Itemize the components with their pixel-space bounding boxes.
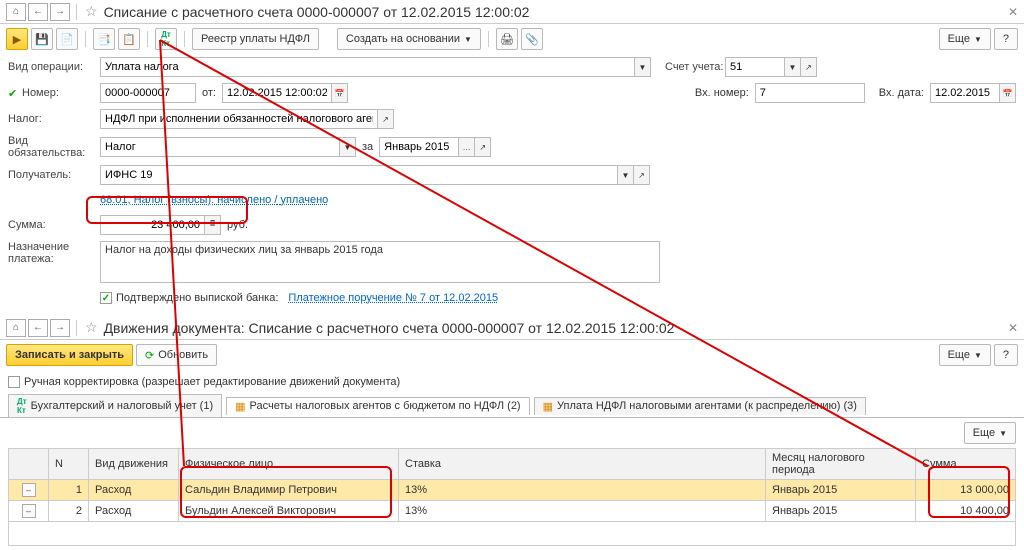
more-button-2[interactable]: Еще ▼ xyxy=(939,344,991,366)
close-icon-2[interactable]: ✕ xyxy=(1008,321,1018,335)
sum-field[interactable] xyxy=(100,215,205,235)
registry-button[interactable]: Реестр уплаты НДФЛ xyxy=(192,28,319,50)
aux1-icon[interactable]: 📑 xyxy=(93,28,115,50)
period-open-icon[interactable]: ↗ xyxy=(475,137,491,157)
tab-ndfl-agents[interactable]: ▦ Расчеты налоговых агентов с бюджетом п… xyxy=(226,397,529,415)
purpose-textarea[interactable]: Налог на доходы физических лиц за январь… xyxy=(100,241,660,283)
date-label: от: xyxy=(202,87,216,99)
recipient-field[interactable] xyxy=(100,165,618,185)
favorite-icon[interactable]: ☆ xyxy=(85,3,98,20)
liab-label: Вид обязательства: xyxy=(8,135,100,159)
minus-icon[interactable]: – xyxy=(22,504,36,518)
recipient-label: Получатель: xyxy=(8,169,100,181)
forward-icon[interactable]: → xyxy=(50,3,70,21)
help-button[interactable]: ? xyxy=(994,28,1018,50)
refresh-button[interactable]: ⟳ Обновить xyxy=(136,344,217,366)
in-number-field[interactable] xyxy=(755,83,865,103)
col-n: N xyxy=(49,449,89,480)
save-close-button[interactable]: Записать и закрыть xyxy=(6,344,133,366)
sum-calc-icon[interactable]: 🖩 xyxy=(205,215,221,235)
op-type-field[interactable] xyxy=(100,57,635,77)
period-label: за xyxy=(362,141,373,153)
post-button[interactable]: ▶ xyxy=(6,28,28,50)
close-icon[interactable]: ✕ xyxy=(1008,5,1018,19)
tax-label: Налог: xyxy=(8,113,100,125)
favorite-icon-2[interactable]: ☆ xyxy=(85,319,98,336)
save-icon[interactable]: 💾 xyxy=(31,28,53,50)
help-button-2[interactable]: ? xyxy=(994,344,1018,366)
more-button[interactable]: Еще ▼ xyxy=(939,28,991,50)
recipient-dropdown-icon[interactable]: ▼ xyxy=(618,165,634,185)
account-field[interactable] xyxy=(725,57,785,77)
col-move: Вид движения xyxy=(89,449,179,480)
manual-label: Ручная корректировка (разрешает редактир… xyxy=(24,376,400,388)
confirmed-label: Подтверждено выпиской банка: xyxy=(116,292,278,304)
aux2-icon[interactable]: 📋 xyxy=(118,28,140,50)
forward-icon-2[interactable]: → xyxy=(50,319,70,337)
liab-dropdown-icon[interactable]: ▼ xyxy=(340,137,356,157)
tax-field[interactable] xyxy=(100,109,378,129)
col-person: Физическое лицо xyxy=(179,449,399,480)
table-row[interactable]: – 2 Расход Бульдин Алексей Викторович 13… xyxy=(9,501,1016,522)
period-more-icon[interactable]: … xyxy=(459,137,475,157)
in-date-label: Вх. дата: xyxy=(879,87,924,99)
home-icon-2[interactable]: ⌂ xyxy=(6,319,26,337)
confirmed-checkbox[interactable] xyxy=(100,292,112,304)
date-field[interactable] xyxy=(222,83,332,103)
minus-icon[interactable]: – xyxy=(22,483,36,497)
sum-label: Сумма: xyxy=(8,219,100,231)
table-more-button[interactable]: Еще ▼ xyxy=(964,422,1016,444)
period-field[interactable] xyxy=(379,137,459,157)
tab-accounting[interactable]: ДтКт Бухгалтерский и налоговый учет (1) xyxy=(8,394,222,417)
liab-field[interactable] xyxy=(100,137,340,157)
number-field[interactable] xyxy=(100,83,196,103)
back-icon[interactable]: ← xyxy=(28,3,48,21)
in-date-calendar-icon[interactable]: 📅 xyxy=(1000,83,1016,103)
window-title-2: Движения документа: Списание с расчетног… xyxy=(104,320,675,336)
print-icon[interactable]: 🖨 xyxy=(496,28,518,50)
dt-kt-icon[interactable]: ДтКт xyxy=(155,28,177,50)
account-label: Счет учета: xyxy=(665,61,725,73)
account-dropdown-icon[interactable]: ▼ xyxy=(785,57,801,77)
attach-icon[interactable]: 📎 xyxy=(521,28,543,50)
op-type-dropdown-icon[interactable]: ▼ xyxy=(635,57,651,77)
post-close-icon[interactable]: 📄 xyxy=(56,28,78,50)
rub-label: руб. xyxy=(227,219,248,231)
col-period: Месяц налогового периода xyxy=(766,449,916,480)
window-title: Списание с расчетного счета 0000-000007 … xyxy=(104,4,530,20)
in-number-label: Вх. номер: xyxy=(695,87,749,99)
purpose-label: Назначение платежа: xyxy=(8,241,100,265)
date-calendar-icon[interactable]: 📅 xyxy=(332,83,348,103)
payment-order-link[interactable]: Платежное поручение № 7 от 12.02.2015 xyxy=(288,292,498,304)
op-type-label: Вид операции: xyxy=(8,61,100,73)
posted-icon: ✔ xyxy=(8,87,22,100)
manual-checkbox[interactable] xyxy=(8,376,20,388)
create-based-button[interactable]: Создать на основании ▼ xyxy=(337,28,481,50)
account-open-icon[interactable]: ↗ xyxy=(801,57,817,77)
number-label: Номер: xyxy=(22,87,100,99)
table-row[interactable]: – 1 Расход Сальдин Владимир Петрович 13%… xyxy=(9,480,1016,501)
tab-ndfl-distribution[interactable]: ▦ Уплата НДФЛ налоговыми агентами (к рас… xyxy=(534,397,866,415)
back-icon-2[interactable]: ← xyxy=(28,319,48,337)
col-rate: Ставка xyxy=(399,449,766,480)
col-sum: Сумма xyxy=(916,449,1016,480)
home-icon[interactable]: ⌂ xyxy=(6,3,26,21)
movements-table: N Вид движения Физическое лицо Ставка Ме… xyxy=(8,448,1016,522)
accrual-link[interactable]: 68.01, Налог (взносы): начислено / уплач… xyxy=(100,194,328,206)
recipient-open-icon[interactable]: ↗ xyxy=(634,165,650,185)
tax-open-icon[interactable]: ↗ xyxy=(378,109,394,129)
in-date-field[interactable] xyxy=(930,83,1000,103)
